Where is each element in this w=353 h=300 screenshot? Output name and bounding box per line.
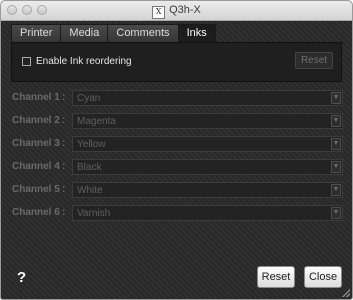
channel-label: Channel 6 bbox=[12, 207, 60, 218]
chevron-down-icon[interactable]: ▼ bbox=[331, 92, 341, 104]
panel-reset-button[interactable]: Reset bbox=[295, 52, 333, 69]
channel-value: Varnish bbox=[77, 208, 111, 219]
dialog-window: X Q3h-X Printer Media Comments Inks Enabl… bbox=[0, 0, 353, 300]
tab-printer[interactable]: Printer bbox=[11, 24, 61, 43]
help-button[interactable]: ? bbox=[17, 269, 26, 286]
resize-grip-icon[interactable] bbox=[342, 289, 350, 297]
channel-value: Black bbox=[77, 162, 102, 173]
channel-separator: : bbox=[62, 207, 66, 218]
channel-label: Channel 2 bbox=[12, 115, 60, 126]
enable-reorder-label: Enable Ink reordering bbox=[36, 56, 132, 67]
channel-value: Cyan bbox=[77, 93, 101, 104]
channel-label: Channel 4 bbox=[12, 161, 60, 172]
channel-5-select[interactable]: White ▼ bbox=[72, 182, 343, 198]
channel-value: Magenta bbox=[77, 116, 116, 127]
channel-separator: : bbox=[62, 184, 66, 195]
tab-inks[interactable]: Inks bbox=[177, 24, 216, 43]
channel-separator: : bbox=[62, 92, 66, 103]
channel-row: Channel 3 : Yellow ▼ bbox=[1, 135, 352, 153]
chevron-down-icon[interactable]: ▼ bbox=[331, 207, 341, 219]
tab-media[interactable]: Media bbox=[60, 24, 108, 43]
chevron-down-icon[interactable]: ▼ bbox=[331, 115, 341, 127]
channel-4-select[interactable]: Black ▼ bbox=[72, 159, 343, 175]
chevron-down-icon[interactable]: ▼ bbox=[331, 161, 341, 173]
title-bar[interactable]: X Q3h-X bbox=[1, 1, 352, 21]
channel-label: Channel 1 bbox=[12, 92, 60, 103]
channel-row: Channel 2 : Magenta ▼ bbox=[1, 112, 352, 130]
channel-separator: : bbox=[62, 161, 66, 172]
reset-button[interactable]: Reset bbox=[257, 266, 295, 288]
dialog-body: Printer Media Comments Inks Enable Ink r… bbox=[1, 21, 352, 299]
channel-separator: : bbox=[62, 115, 66, 126]
close-button[interactable]: Close bbox=[304, 266, 342, 288]
channel-label: Channel 3 bbox=[12, 138, 60, 149]
channel-separator: : bbox=[62, 138, 66, 149]
channel-row: Channel 5 : White ▼ bbox=[1, 181, 352, 199]
ink-reorder-panel: Enable Ink reordering Reset bbox=[11, 42, 342, 82]
channel-row: Channel 1 : Cyan ▼ bbox=[1, 89, 352, 107]
chevron-down-icon[interactable]: ▼ bbox=[331, 138, 341, 150]
channel-value: Yellow bbox=[77, 139, 106, 150]
channel-label: Channel 5 bbox=[12, 184, 60, 195]
channel-value: White bbox=[77, 185, 103, 196]
window-title-wrap: X Q3h-X bbox=[1, 3, 352, 19]
channel-6-select[interactable]: Varnish ▼ bbox=[72, 205, 343, 221]
channel-2-select[interactable]: Magenta ▼ bbox=[72, 113, 343, 129]
enable-reorder-row[interactable]: Enable Ink reordering bbox=[22, 56, 132, 67]
window-title: Q3h-X bbox=[169, 4, 201, 16]
tab-comments[interactable]: Comments bbox=[107, 24, 178, 43]
channel-row: Channel 6 : Varnish ▼ bbox=[1, 204, 352, 222]
channel-row: Channel 4 : Black ▼ bbox=[1, 158, 352, 176]
channel-1-select[interactable]: Cyan ▼ bbox=[72, 90, 343, 106]
enable-reorder-checkbox[interactable] bbox=[22, 57, 31, 66]
x-window-icon: X bbox=[152, 6, 166, 19]
tab-bar: Printer Media Comments Inks bbox=[11, 24, 216, 43]
channel-3-select[interactable]: Yellow ▼ bbox=[72, 136, 343, 152]
chevron-down-icon[interactable]: ▼ bbox=[331, 184, 341, 196]
